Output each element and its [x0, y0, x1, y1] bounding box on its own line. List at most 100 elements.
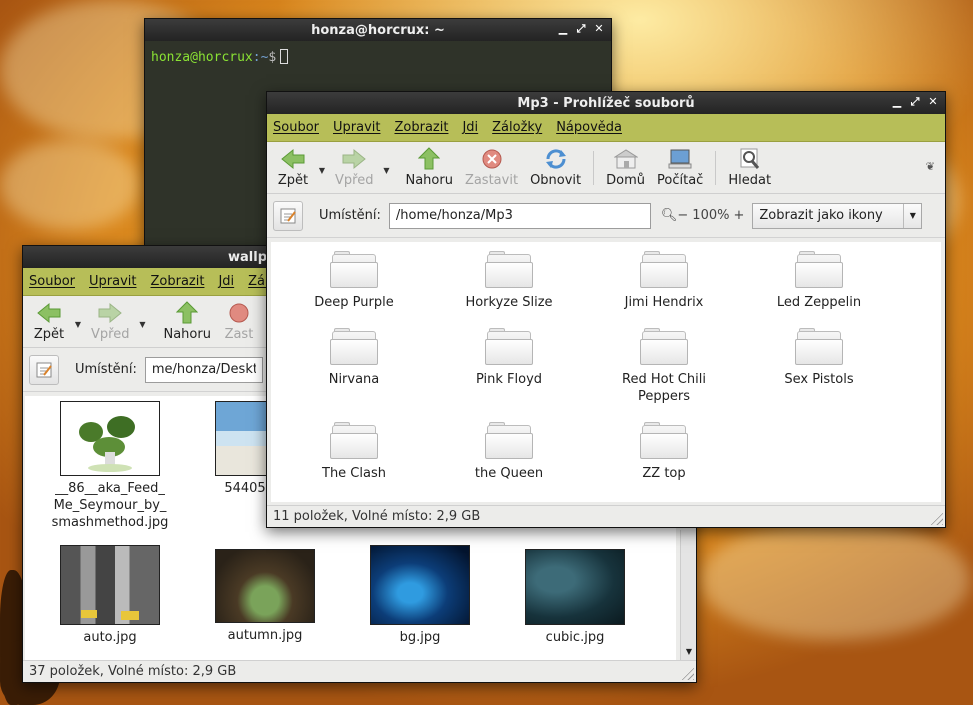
terminal-titlebar[interactable]: honza@horcrux: ~ ▁ ⤢ ✕ — [145, 19, 611, 41]
maximize-icon[interactable]: ⤢ — [575, 21, 587, 37]
mp3-window[interactable]: Mp3 - Prohlížeč souborů ▁ ⤢ ✕ Soubor Upr… — [266, 91, 946, 528]
forward-label: Vpřed — [91, 327, 130, 342]
folder-item[interactable]: Sex Pistols — [744, 328, 894, 388]
status-text: 11 položek, Volné místo: 2,9 GB — [273, 509, 481, 524]
folder-item[interactable]: ZZ top — [589, 422, 739, 482]
chevron-down-icon[interactable]: ▼ — [71, 320, 85, 329]
thumbnail-plant — [60, 401, 160, 476]
file-item[interactable]: autumn.jpg — [190, 549, 340, 644]
mp3-menubar: Soubor Upravit Zobrazit Jdi Záložky Nápo… — [267, 114, 945, 142]
back-button[interactable]: Zpět — [27, 298, 71, 346]
folder-name: Nirvana — [328, 372, 380, 387]
arrow-up-icon — [416, 147, 442, 171]
folder-name: the Queen — [474, 466, 544, 481]
mp3-titlebar[interactable]: Mp3 - Prohlížeč souborů ▁ ⤢ ✕ — [267, 92, 945, 114]
home-icon — [613, 147, 639, 171]
throbber-icon: ❦ — [925, 160, 935, 173]
chevron-down-icon[interactable]: ▼ — [379, 166, 393, 175]
forward-button[interactable]: Vpřed — [85, 298, 135, 346]
menu-zalozky[interactable]: Záložky — [492, 120, 542, 135]
location-input[interactable] — [388, 202, 651, 229]
file-name: autumn.jpg — [227, 628, 303, 643]
folder-name: Deep Purple — [314, 295, 394, 310]
mp3-folder-view[interactable]: Deep Purple Horkyze Slize Jimi Hendrix Led … — [271, 242, 941, 502]
view-mode-select[interactable]: Zobrazit jako ikony ▼ — [752, 202, 923, 229]
stop-button[interactable]: Zast — [217, 298, 261, 346]
folder-item[interactable]: Nirvana — [279, 328, 429, 388]
reload-button[interactable]: Obnovit — [524, 144, 587, 192]
back-label: Zpět — [33, 327, 65, 342]
location-input[interactable] — [144, 356, 263, 383]
terminal-prompt: honza@horcrux:~$ — [147, 43, 609, 71]
forward-button[interactable]: Vpřed — [329, 144, 379, 192]
chevron-down-icon: ▼ — [903, 203, 921, 228]
menu-upravit[interactable]: Upravit — [333, 120, 380, 135]
menu-napoveda[interactable]: Nápověda — [556, 120, 622, 135]
file-item[interactable]: auto.jpg — [35, 545, 185, 646]
chevron-down-icon[interactable]: ▼ — [315, 166, 329, 175]
resize-grip-icon[interactable] — [929, 511, 943, 525]
zoom-control: 🔍︎− 100% + — [661, 208, 744, 223]
up-button[interactable]: Nahoru — [157, 298, 216, 346]
scroll-down-icon[interactable]: ▼ — [681, 644, 697, 660]
edit-location-icon[interactable] — [273, 200, 303, 231]
search-button[interactable]: Hledat — [722, 144, 777, 192]
stop-button[interactable]: Zastavit — [459, 144, 524, 192]
folder-item[interactable]: Jimi Hendrix — [589, 251, 739, 311]
folder-item[interactable]: Deep Purple — [279, 251, 429, 311]
folder-icon — [330, 422, 378, 459]
menu-zobrazit[interactable]: Zobrazit — [394, 120, 448, 135]
computer-button[interactable]: Počítač — [651, 144, 709, 192]
menu-soubor[interactable]: Soubor — [29, 274, 75, 289]
folder-item[interactable]: Led Zeppelin — [744, 251, 894, 311]
close-icon[interactable]: ✕ — [593, 21, 605, 37]
terminal-title: honza@horcrux: ~ — [311, 22, 445, 38]
menu-jdi[interactable]: Jdi — [462, 120, 478, 135]
zoom-out-icon[interactable]: 🔍︎− — [661, 208, 688, 223]
search-icon — [737, 147, 763, 171]
up-button[interactable]: Nahoru — [399, 144, 458, 192]
chevron-down-icon[interactable]: ▼ — [135, 320, 149, 329]
folder-icon — [640, 251, 688, 288]
folder-item[interactable]: Pink Floyd — [434, 328, 584, 388]
folder-name: Sex Pistols — [784, 372, 854, 387]
menu-jdi[interactable]: Jdi — [218, 274, 234, 289]
arrow-left-icon — [36, 301, 62, 325]
folder-item[interactable]: Horkyze Slize — [434, 251, 584, 311]
edit-location-icon[interactable] — [29, 354, 59, 385]
folder-item[interactable]: Red Hot Chili Peppers — [589, 328, 739, 405]
computer-label: Počítač — [657, 173, 704, 188]
file-item[interactable]: __86__aka_Feed_ Me_Seymour_by_ smashmeth… — [35, 401, 185, 531]
menu-zobrazit[interactable]: Zobrazit — [150, 274, 204, 289]
folder-icon — [485, 328, 533, 365]
file-item[interactable]: cubic.jpg — [500, 549, 650, 646]
folder-icon — [330, 251, 378, 288]
stop-label: Zast — [224, 327, 254, 342]
status-text: 37 položek, Volné místo: 2,9 GB — [29, 664, 237, 679]
location-label: Umístění: — [75, 362, 137, 377]
file-name: auto.jpg — [83, 630, 137, 645]
toolbar-separator — [593, 150, 595, 185]
close-icon[interactable]: ✕ — [927, 94, 939, 110]
up-label: Nahoru — [405, 173, 453, 188]
minimize-icon[interactable]: ▁ — [557, 21, 569, 37]
zoom-in-icon[interactable]: + — [733, 208, 744, 223]
forward-label: Vpřed — [335, 173, 374, 188]
maximize-icon[interactable]: ⤢ — [909, 94, 921, 110]
folder-item[interactable]: the Queen — [434, 422, 584, 482]
mp3-statusbar: 11 položek, Volné místo: 2,9 GB — [267, 505, 945, 527]
home-button[interactable]: Domů — [600, 144, 651, 192]
minimize-icon[interactable]: ▁ — [891, 94, 903, 110]
folder-icon — [640, 328, 688, 365]
zoom-level[interactable]: 100% — [692, 208, 729, 223]
resize-grip-icon[interactable] — [680, 666, 694, 680]
mp3-title: Mp3 - Prohlížeč souborů — [517, 95, 695, 111]
file-item[interactable]: bg.jpg — [345, 545, 495, 646]
folder-item[interactable]: The Clash — [279, 422, 429, 482]
menu-soubor[interactable]: Soubor — [273, 120, 319, 135]
menu-upravit[interactable]: Upravit — [89, 274, 136, 289]
back-button[interactable]: Zpět — [271, 144, 315, 192]
location-label: Umístění: — [319, 208, 381, 223]
wallpapers-scrollbar[interactable]: ▼ — [680, 530, 696, 660]
folder-name: Jimi Hendrix — [624, 295, 704, 310]
